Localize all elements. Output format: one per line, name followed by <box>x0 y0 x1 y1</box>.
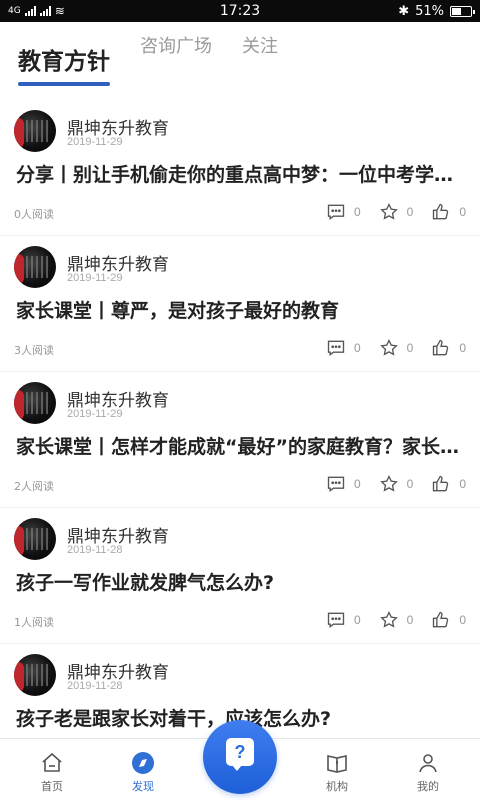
comment-button[interactable]: 0 <box>326 474 361 494</box>
comment-count: 0 <box>353 205 361 219</box>
post-card[interactable]: 鼎坤东升教育 2019-11-28 孩子一写作业就发脾气怎么办? 1人阅读 0 … <box>0 508 480 644</box>
avatar[interactable] <box>14 654 56 696</box>
post-actions: 0 0 0 <box>308 610 466 630</box>
ask-question-button[interactable]: ? <box>203 720 277 794</box>
comment-icon <box>327 476 345 492</box>
read-count: 1人阅读 <box>14 616 54 629</box>
comment-button[interactable]: 0 <box>326 202 361 222</box>
favorite-button[interactable]: 0 <box>379 202 414 222</box>
favorite-count: 0 <box>406 613 414 627</box>
post-card[interactable]: 鼎坤东升教育 2019-11-29 分享丨别让手机偷走你的重点高中梦：一位中考学… <box>0 100 480 236</box>
like-count: 0 <box>459 205 466 219</box>
home-icon <box>42 752 62 772</box>
post-title[interactable]: 孩子一写作业就发脾气怎么办? <box>16 568 466 595</box>
wifi-icon: ≋ <box>54 4 65 18</box>
post-date: 2019-11-29 <box>67 408 123 420</box>
post-title[interactable]: 家长课堂丨尊严，是对孩子最好的教育 <box>16 296 466 323</box>
nav-mine-label: 我的 <box>417 780 439 793</box>
post-actions: 0 0 0 <box>308 338 466 358</box>
post-date: 2019-11-29 <box>67 136 123 148</box>
battery-icon <box>450 5 475 17</box>
question-bubble-icon: ? <box>226 738 254 771</box>
favorite-button[interactable]: 0 <box>379 338 414 358</box>
thumbs-up-icon <box>433 203 449 220</box>
favorite-button[interactable]: 0 <box>379 610 414 630</box>
star-icon <box>379 610 398 628</box>
user-icon <box>419 754 437 773</box>
thumbs-up-icon <box>433 339 449 356</box>
post-actions: 0 0 0 <box>308 474 466 494</box>
read-count: 3人阅读 <box>14 344 54 357</box>
like-count: 0 <box>459 477 466 491</box>
like-count: 0 <box>459 341 466 355</box>
read-count: 2人阅读 <box>14 480 54 493</box>
top-tabs: 教育方针 咨询广场 关注 <box>0 22 480 90</box>
bottom-nav: 首页 发现 ? 机构 我的 <box>0 720 480 800</box>
nav-institution[interactable]: 机构 <box>307 751 367 794</box>
star-icon <box>379 338 398 356</box>
like-button[interactable]: 0 <box>431 338 466 358</box>
status-bar: 4G ≋ 17:23 ✱ 51% <box>0 0 480 22</box>
post-actions: 0 0 0 <box>308 202 466 222</box>
post-title[interactable]: 家长课堂丨怎样才能成就“最好”的家庭教育？家长必读 <box>16 432 466 459</box>
network-type: 4G <box>8 6 21 16</box>
favorite-count: 0 <box>406 205 414 219</box>
avatar[interactable] <box>14 246 56 288</box>
avatar[interactable] <box>14 518 56 560</box>
post-card[interactable]: 鼎坤东升教育 2019-11-29 家长课堂丨尊严，是对孩子最好的教育 3人阅读… <box>0 236 480 372</box>
read-count: 0人阅读 <box>14 208 54 221</box>
comment-count: 0 <box>353 613 361 627</box>
nav-mine[interactable]: 我的 <box>398 751 458 794</box>
thumbs-up-icon <box>433 611 449 628</box>
signal-indicators: 4G ≋ <box>8 4 65 18</box>
nav-discover-label: 发现 <box>132 780 154 793</box>
post-feed: 鼎坤东升教育 2019-11-29 分享丨别让手机偷走你的重点高中梦：一位中考学… <box>0 100 480 780</box>
like-button[interactable]: 0 <box>431 610 466 630</box>
comment-count: 0 <box>353 341 361 355</box>
comment-count: 0 <box>353 477 361 491</box>
nav-home-label: 首页 <box>41 780 63 793</box>
nav-home[interactable]: 首页 <box>22 751 82 794</box>
post-date: 2019-11-28 <box>67 680 123 692</box>
post-date: 2019-11-29 <box>67 272 123 284</box>
comment-icon <box>327 340 345 356</box>
bluetooth-icon: ✱ <box>398 3 410 19</box>
tab-education-policy[interactable]: 教育方针 <box>18 42 110 90</box>
like-button[interactable]: 0 <box>431 474 466 494</box>
tab-follow[interactable]: 关注 <box>242 32 278 78</box>
favorite-button[interactable]: 0 <box>379 474 414 494</box>
avatar[interactable] <box>14 382 56 424</box>
like-count: 0 <box>459 613 466 627</box>
post-title[interactable]: 分享丨别让手机偷走你的重点高中梦：一位中考学霸的真心话 <box>16 160 466 187</box>
comment-icon <box>327 612 345 628</box>
battery-level: 51% <box>415 3 444 19</box>
star-icon <box>379 474 398 492</box>
status-right: ✱ 51% <box>398 3 475 19</box>
compass-icon <box>132 752 154 774</box>
star-icon <box>379 202 398 220</box>
signal-icon <box>24 6 36 16</box>
nav-discover[interactable]: 发现 <box>113 751 173 794</box>
thumbs-up-icon <box>433 475 449 492</box>
book-icon <box>327 755 347 773</box>
post-card[interactable]: 鼎坤东升教育 2019-11-29 家长课堂丨怎样才能成就“最好”的家庭教育？家… <box>0 372 480 508</box>
favorite-count: 0 <box>406 477 414 491</box>
avatar[interactable] <box>14 110 56 152</box>
nav-institution-label: 机构 <box>326 780 348 793</box>
comment-icon <box>327 204 345 220</box>
comment-button[interactable]: 0 <box>326 338 361 358</box>
comment-button[interactable]: 0 <box>326 610 361 630</box>
tab-consult-square[interactable]: 咨询广场 <box>140 32 212 78</box>
signal-icon-2 <box>39 6 51 16</box>
post-date: 2019-11-28 <box>67 544 123 556</box>
like-button[interactable]: 0 <box>431 202 466 222</box>
favorite-count: 0 <box>406 341 414 355</box>
